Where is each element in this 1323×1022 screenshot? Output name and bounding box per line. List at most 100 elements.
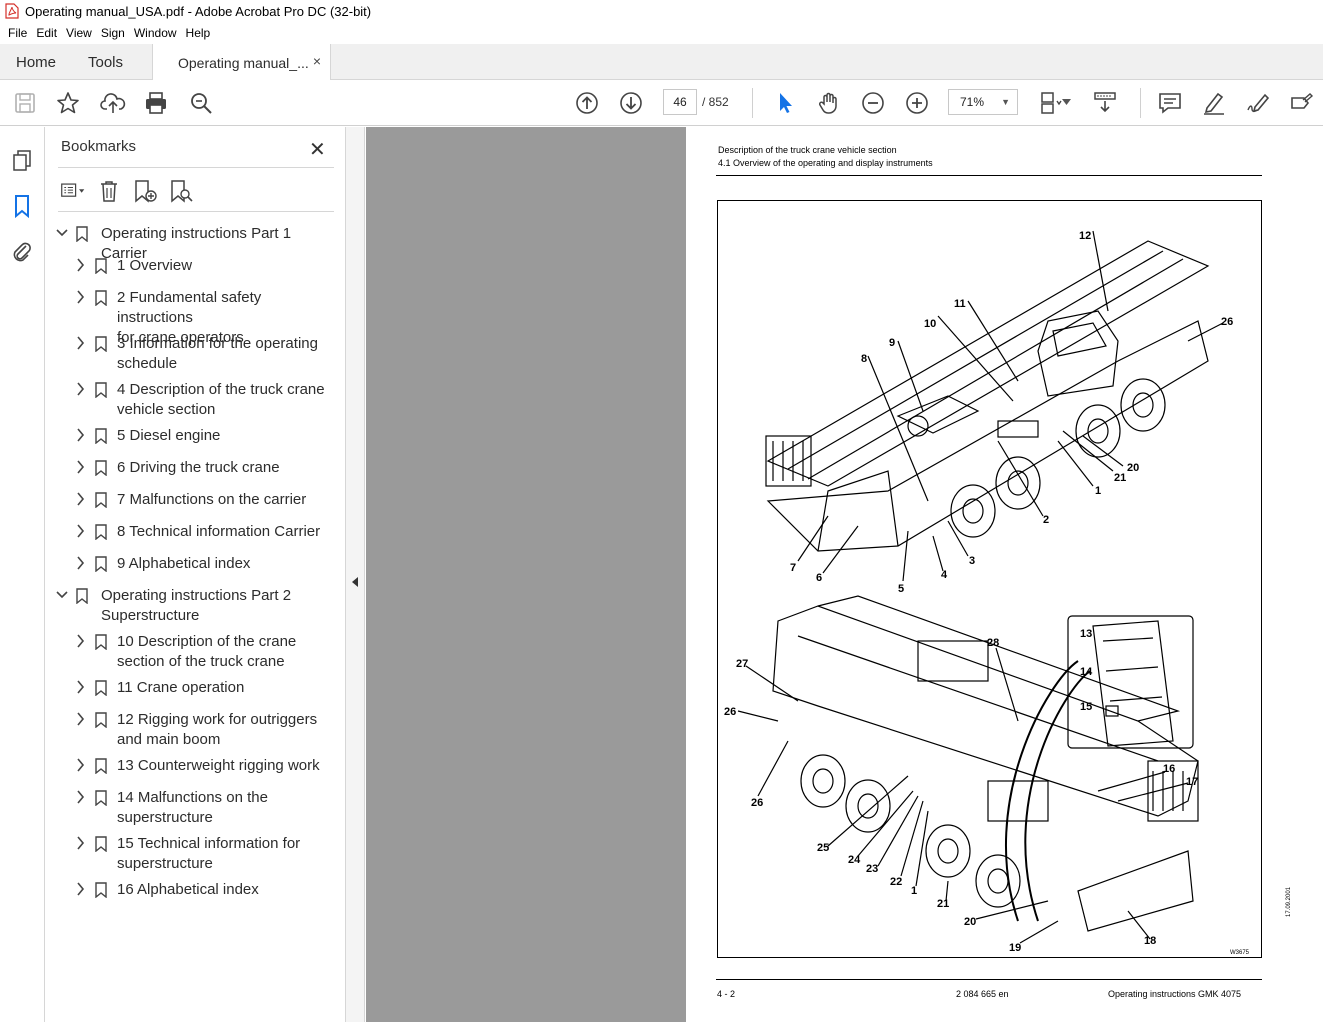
page-fit-icon[interactable] [1038,90,1064,116]
tab-document[interactable]: Operating manual_... × [152,44,331,81]
menu-view[interactable]: View [66,26,92,40]
callout-label: 16 [1163,763,1175,775]
callout-label: 19 [1009,942,1021,954]
print-icon[interactable] [143,90,169,116]
sign-icon[interactable] [1245,90,1271,116]
save-icon[interactable] [12,90,38,116]
callout-label: 17 [1186,776,1198,788]
date-stamp: 17.09.2001 [1286,886,1292,917]
callout-label: 23 [866,863,878,875]
bookmark-item[interactable]: 4 Description of the truck crane vehicle… [75,380,334,420]
bookmark-item[interactable]: Operating instructions Part 1 Carrier [56,224,334,262]
comment-icon[interactable] [1157,90,1183,116]
chevron-right-icon[interactable] [75,758,87,772]
bookmark-item[interactable]: 1 Overview [75,256,334,276]
chevron-right-icon[interactable] [75,712,87,726]
chevron-right-icon[interactable] [75,836,87,850]
bookmarks-panel: Bookmarks ✕ Operating instructions Part … [46,127,346,1022]
chevron-right-icon[interactable] [75,258,87,272]
bookmark-label: 10 Description of the crane section of t… [117,633,297,670]
collapse-arrow-icon[interactable] [352,577,358,587]
next-page-icon[interactable] [618,90,644,116]
menu-edit[interactable]: Edit [36,26,57,40]
bookmark-item[interactable]: 5 Diesel engine [75,426,334,446]
chevron-right-icon[interactable] [75,882,87,896]
bookmark-item[interactable]: 15 Technical information for superstruct… [75,834,334,874]
bookmark-icon [76,226,88,242]
bookmark-item[interactable]: 14 Malfunctions on the superstructure [75,788,334,828]
cloud-upload-icon[interactable] [100,90,126,116]
callout-label: 8 [861,353,867,365]
page-thumbnails-icon[interactable] [10,148,34,172]
select-cursor-icon[interactable] [772,90,798,116]
bookmark-item[interactable]: 7 Malfunctions on the carrier [75,490,334,510]
menu-file[interactable]: File [8,26,27,40]
bookmark-item[interactable]: 3 Information for the operating schedule [75,334,334,374]
tab-close-icon[interactable]: × [313,53,321,69]
bookmark-item[interactable]: 13 Counterweight rigging work [75,756,334,776]
star-icon[interactable] [55,90,81,116]
bookmark-label: 6 Driving the truck crane [117,459,280,476]
bookmark-label: 4 Description of the truck crane vehicle… [117,381,325,418]
bookmark-options-icon[interactable] [60,179,86,203]
bookmark-item[interactable]: 2 Fundamental safety instructions for cr… [75,288,334,346]
chevron-right-icon[interactable] [75,524,87,538]
bookmark-label: 7 Malfunctions on the carrier [117,491,307,508]
footer-doc-title: Operating instructions GMK 4075 [1108,989,1242,999]
previous-page-icon[interactable] [574,90,600,116]
bookmark-item[interactable]: 10 Description of the crane section of t… [75,632,334,672]
callout-label: 6 [816,572,822,584]
chevron-right-icon[interactable] [75,790,87,804]
zoom-select[interactable]: 71% ▼ [948,89,1018,115]
hand-tool-icon[interactable] [816,90,842,116]
bookmark-item[interactable]: 12 Rigging work for outriggers and main … [75,710,334,750]
attachments-icon[interactable] [10,240,34,264]
zoom-search-icon[interactable] [188,90,214,116]
toolbar [0,80,1323,126]
tab-home[interactable]: Home [16,44,56,80]
chevron-down-icon[interactable] [56,226,68,240]
chevron-right-icon[interactable] [75,382,87,396]
bookmark-item[interactable]: 16 Alphabetical index [75,880,334,900]
callout-label: 26 [751,797,763,809]
bookmark-label: 15 Technical information for superstruct… [117,835,301,872]
zoom-out-icon[interactable] [860,90,886,116]
chevron-right-icon[interactable] [75,680,87,694]
page-number-input[interactable]: 46 [663,89,697,115]
chevron-right-icon[interactable] [75,336,87,350]
zoom-in-icon[interactable] [904,90,930,116]
chevron-right-icon[interactable] [75,634,87,648]
chevron-right-icon[interactable] [75,428,87,442]
new-bookmark-icon[interactable] [132,179,158,203]
callout-label: 15 [1080,701,1092,713]
highlight-pen-icon[interactable] [1201,90,1227,116]
bookmark-item[interactable]: 11 Crane operation [75,678,334,698]
chevron-right-icon[interactable] [75,492,87,506]
close-icon[interactable]: ✕ [309,137,326,162]
panel-collapse-bar[interactable] [346,127,365,1022]
bookmark-item[interactable]: 8 Technical information Carrier [75,522,334,542]
menu-window[interactable]: Window [134,26,177,40]
menu-help[interactable]: Help [186,26,211,40]
truck-crane-illustration: 12 11 10 26 9 8 20 21 1 2 7 6 5 4 3 13 1… [724,230,1250,956]
toolbar-divider [752,88,753,118]
chevron-right-icon[interactable] [75,290,87,304]
chevron-down-icon[interactable] [1062,99,1071,105]
delete-bookmark-icon[interactable] [96,179,122,203]
bookmarks-panel-icon[interactable] [10,194,34,218]
bookmark-item[interactable]: 6 Driving the truck crane [75,458,334,478]
callout-label: 20 [964,916,976,928]
chevron-down-icon[interactable] [56,588,68,602]
menu-sign[interactable]: Sign [101,26,125,40]
bookmark-icon [95,382,107,398]
bookmark-item[interactable]: Operating instructions Part 2 Superstruc… [56,586,334,626]
bookmark-label: 12 Rigging work for outriggers and main … [117,711,318,748]
chevron-right-icon[interactable] [75,460,87,474]
bookmark-item[interactable]: 9 Alphabetical index [75,554,334,574]
scroll-mode-icon[interactable] [1092,90,1118,116]
bookmark-from-selection-icon[interactable] [168,179,194,203]
callout-label: 1 [911,885,917,897]
more-tools-icon[interactable] [1288,90,1314,116]
tab-tools[interactable]: Tools [88,44,123,80]
chevron-right-icon[interactable] [75,556,87,570]
